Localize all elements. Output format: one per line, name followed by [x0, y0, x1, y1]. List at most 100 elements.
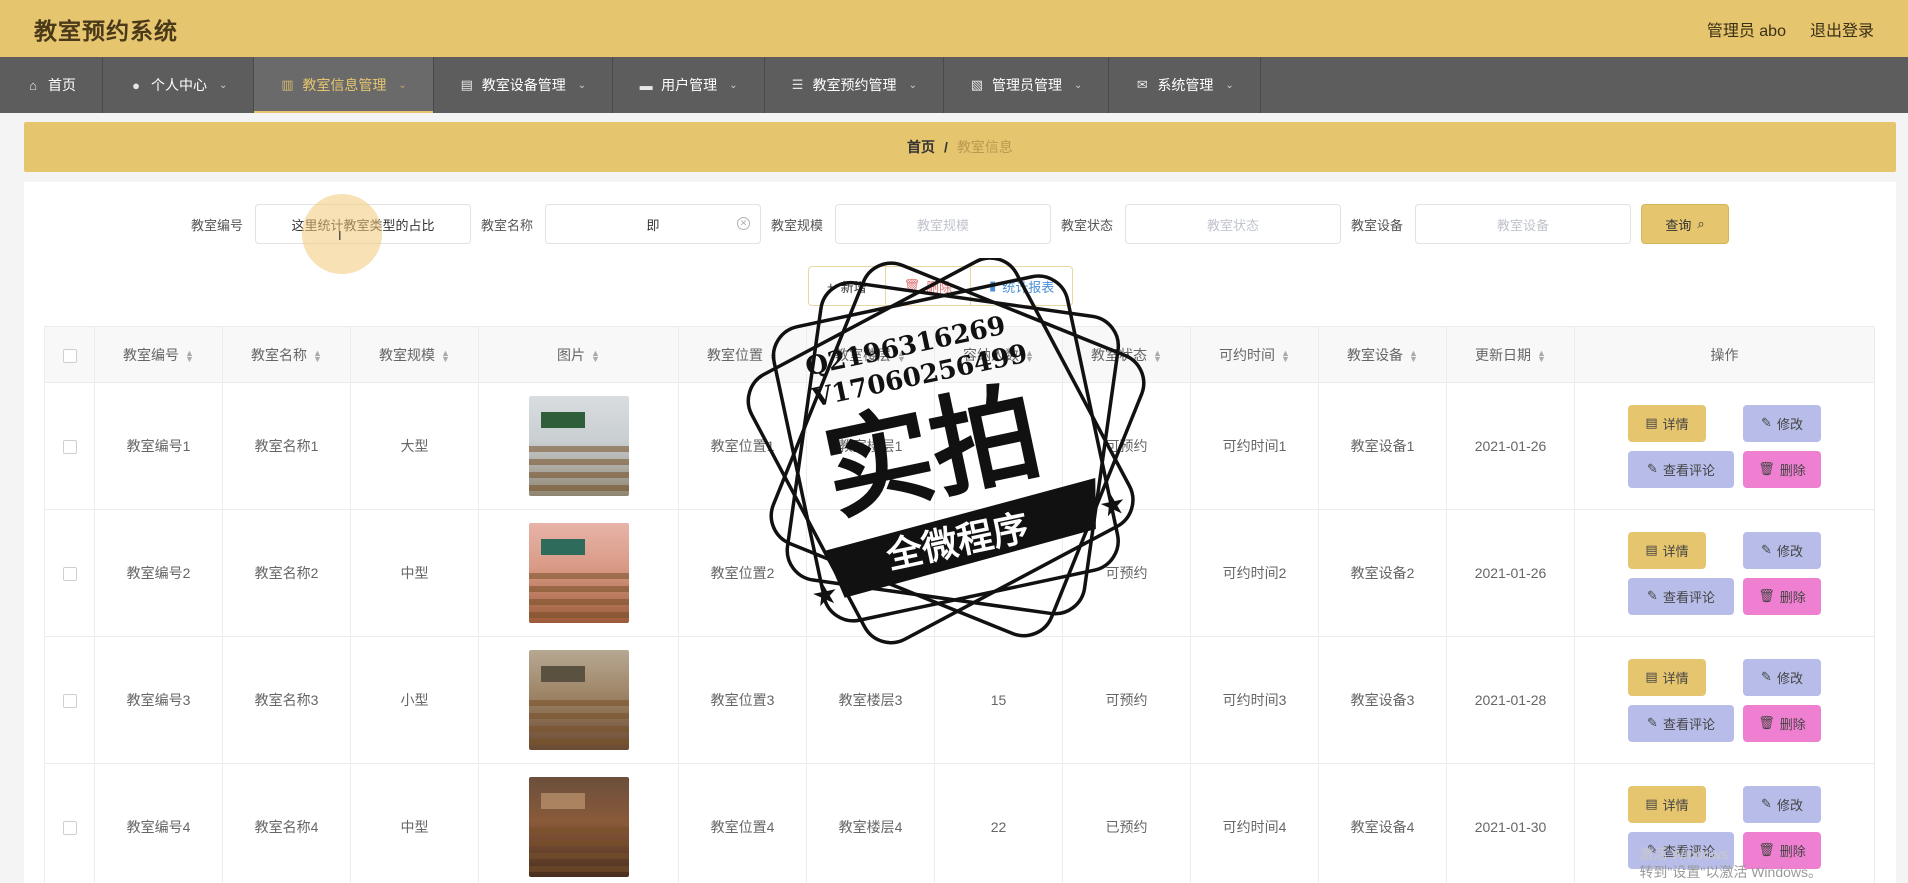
nav-label: 管理员管理 — [991, 77, 1062, 93]
row-checkbox[interactable] — [62, 567, 77, 582]
cell: 小型 — [350, 636, 479, 764]
classroom-table: 教室编号 ▲ ▼ 教室名称 ▲ ▼ 教室规模 ▲ ▼ 图片 ▲ ▼ 教室位置 ▲ ▼ 教室楼层 ▲ ▼ … — [44, 326, 1875, 883]
nav-item-classroom-info[interactable]: ▥ 教室信息管理 ⌄ — [254, 57, 434, 113]
cell: 教室编号4 — [94, 763, 223, 883]
cell: 教室设备2 — [1318, 509, 1447, 637]
col-header[interactable]: 教室编号 ▲ ▼ — [94, 326, 223, 383]
cell: 教室设备1 — [1318, 382, 1447, 510]
nav-label: 教室信息管理 — [302, 77, 387, 93]
edit-button[interactable]: ✎ 修改 — [1743, 531, 1821, 569]
add-label: 新增 — [840, 279, 867, 295]
classroom-photo[interactable] — [528, 523, 629, 623]
classroom-photo[interactable] — [528, 650, 629, 750]
cell: 22 — [934, 763, 1063, 883]
table-row: 教室编号2 教室名称2 中型 教室位置2 教室楼层2 可预约 可约时间2 教室设… — [44, 509, 1875, 637]
pencil-icon: ✎ — [1761, 542, 1772, 557]
row-checkbox[interactable] — [62, 694, 77, 709]
nav-label: 用户管理 — [661, 77, 718, 93]
cell: 教室位置3 — [678, 636, 807, 764]
cell: 15 — [934, 636, 1063, 764]
nav-item-reservation-management[interactable]: ☰ 教室预约管理 ⌄ — [765, 57, 944, 113]
list-icon: ☰ — [791, 77, 804, 92]
delete-button[interactable]: 🗑 删除 — [1743, 450, 1821, 488]
nav-item-user-management[interactable]: ▬ 用户管理 ⌄ — [613, 57, 765, 113]
room-status-input[interactable]: 教室状态 — [1125, 204, 1342, 244]
pencil-icon: ✎ — [1761, 796, 1772, 811]
sort-icon: ▲ ▼ — [1281, 347, 1290, 364]
nav-item-home[interactable]: ⌂ 首页 — [0, 57, 103, 113]
activation-line-2: 转到"设置"以激活 Windows。 — [1639, 864, 1822, 880]
content-panel: 教室编号 这里统计教室类型的占比 教室名称 即 ✕ 教室规模 教室规模 教室状态… — [24, 182, 1896, 883]
cell: 教室设备3 — [1318, 636, 1447, 764]
row-checkbox[interactable] — [62, 821, 77, 836]
main-nav: ⌂ 首页 ● 个人中心 ⌄ ▥ 教室信息管理 ⌄ ▤ 教室设备管理 ⌄ ▬ 用户… — [0, 57, 1908, 113]
detail-button[interactable]: ▤ 详情 — [1628, 658, 1706, 696]
col-header[interactable]: 更新日期 ▲ ▼ — [1446, 326, 1575, 383]
edit-button[interactable]: ✎ 修改 — [1743, 785, 1821, 823]
trash-icon: 🗑 — [1758, 461, 1775, 476]
detail-button[interactable]: ▤ 详情 — [1628, 785, 1706, 823]
col-header[interactable]: 教室位置 ▲ ▼ — [678, 326, 807, 383]
classroom-photo[interactable] — [528, 396, 629, 496]
cell: 2021-01-26 — [1446, 509, 1575, 637]
image-cell — [478, 509, 679, 637]
cell: 可约时间4 — [1190, 763, 1319, 883]
room-scale-input[interactable]: 教室规模 — [835, 204, 1051, 244]
query-button[interactable]: 查询 ⌕ — [1641, 204, 1730, 244]
view-comments-button[interactable]: ✎ 查看评论 — [1628, 577, 1734, 615]
pencil-icon: ✎ — [1761, 669, 1772, 684]
sort-icon: ▲ ▼ — [1409, 347, 1418, 364]
sort-icon: ▲ ▼ — [897, 347, 906, 364]
search-field-room-scale: 教室规模 教室规模 — [771, 204, 1051, 244]
row-checkbox[interactable] — [62, 440, 77, 455]
cell: 教室设备4 — [1318, 763, 1447, 883]
trash-icon: 🗑 — [903, 278, 921, 293]
cell: 可约时间2 — [1190, 509, 1319, 637]
select-all-cell — [44, 326, 95, 383]
query-label: 查询 — [1665, 217, 1692, 233]
sort-icon: ▲ ▼ — [185, 347, 194, 364]
select-all-checkbox[interactable] — [62, 348, 77, 363]
col-header[interactable]: 容纳人数 ▲ ▼ — [934, 326, 1063, 383]
col-header[interactable]: 教室楼层 ▲ ▼ — [806, 326, 935, 383]
delete-button[interactable]: 🗑 删除 — [1743, 577, 1821, 615]
col-header[interactable]: 教室设备 ▲ ▼ — [1318, 326, 1447, 383]
delete-button[interactable]: 🗑 删除 — [1743, 704, 1821, 742]
search-field-room-status: 教室状态 教室状态 — [1061, 204, 1342, 244]
doc-icon: ▤ — [1645, 415, 1658, 430]
logout-link[interactable]: 退出登录 — [1810, 17, 1874, 41]
col-header[interactable]: 教室名称 ▲ ▼ — [222, 326, 351, 383]
col-header[interactable]: 教室状态 ▲ ▼ — [1062, 326, 1191, 383]
cell: 教室楼层4 — [806, 763, 935, 883]
cell: 教室编号1 — [94, 382, 223, 510]
col-header[interactable]: 图片 ▲ ▼ — [478, 326, 679, 383]
building-icon: ▤ — [460, 77, 473, 92]
batch-delete-button[interactable]: 🗑 删除 — [885, 266, 972, 306]
col-header[interactable]: 教室规模 ▲ ▼ — [350, 326, 479, 383]
room-equipment-input[interactable]: 教室设备 — [1415, 204, 1632, 244]
cell: 2021-01-28 — [1446, 636, 1575, 764]
nav-label: 教室设备管理 — [481, 77, 566, 93]
edit-button[interactable]: ✎ 修改 — [1743, 658, 1821, 696]
chevron-down-icon: ⌄ — [908, 79, 917, 91]
detail-button[interactable]: ▤ 详情 — [1628, 404, 1706, 442]
view-comments-button[interactable]: ✎ 查看评论 — [1628, 450, 1734, 488]
clear-icon[interactable]: ✕ — [736, 217, 750, 230]
stats-report-button[interactable]: ▮ 统计报表 — [971, 266, 1074, 306]
nav-item-system-management[interactable]: ✉ 系统管理 ⌄ — [1109, 57, 1261, 113]
cell — [934, 382, 1063, 510]
nav-item-admin-management[interactable]: ▧ 管理员管理 ⌄ — [944, 57, 1110, 113]
cell: 大型 — [350, 382, 479, 510]
detail-button[interactable]: ▤ 详情 — [1628, 531, 1706, 569]
nav-item-personal-center[interactable]: ● 个人中心 ⌄ — [103, 57, 255, 113]
nav-item-classroom-equipment[interactable]: ▤ 教室设备管理 ⌄ — [434, 57, 614, 113]
view-comments-button[interactable]: ✎ 查看评论 — [1628, 704, 1734, 742]
add-button[interactable]: + 新增 — [808, 266, 886, 306]
room-name-input[interactable]: 即 ✕ — [544, 204, 761, 244]
edit-button[interactable]: ✎ 修改 — [1743, 404, 1821, 442]
classroom-photo[interactable] — [528, 777, 629, 877]
breadcrumb-home[interactable]: 首页 — [907, 137, 935, 157]
table-row: 教室编号3 教室名称3 小型 教室位置3 教室楼层3 15 可预约 可约时间3 … — [44, 636, 1875, 764]
col-header[interactable]: 可约时间 ▲ ▼ — [1190, 326, 1319, 383]
cell: 可约时间1 — [1190, 382, 1319, 510]
